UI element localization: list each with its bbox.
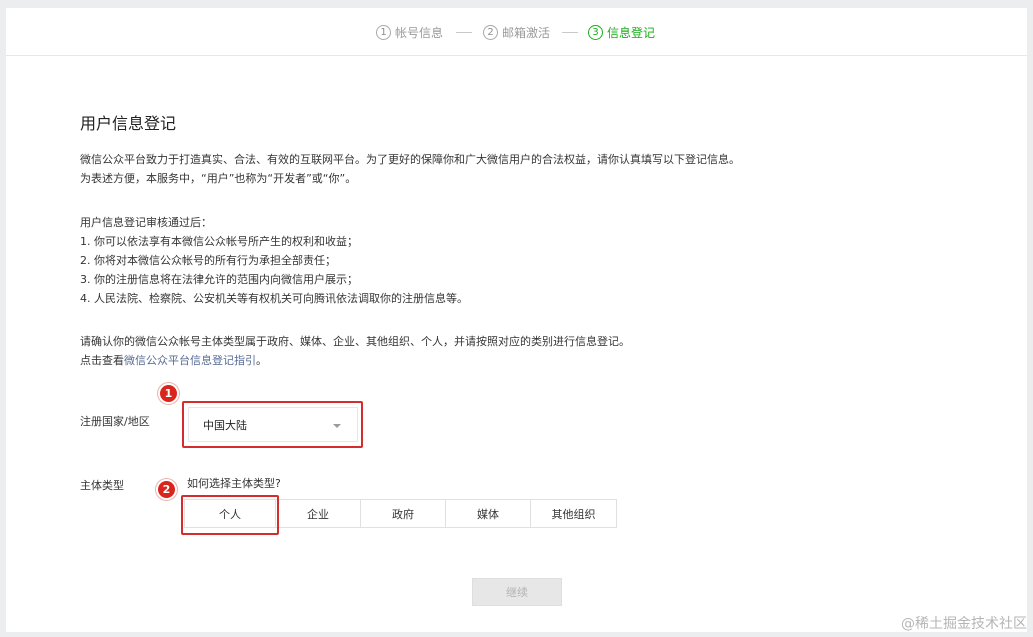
intro-line-2: 为表述方便，本服务中，“用户”也称为“开发者”或“你”。 — [80, 172, 357, 185]
subject-option-government[interactable]: 政府 — [361, 500, 446, 527]
step-number: 1 — [376, 24, 391, 40]
registration-guide-link[interactable]: 微信公众平台信息登记指引 — [124, 354, 256, 367]
step-account-info: 1 帐号信息 — [376, 23, 443, 41]
region-label: 注册国家/地区 — [80, 415, 150, 428]
review-item: 3. 你的注册信息将在法律允许的范围内向微信用户展示； — [80, 273, 358, 286]
chevron-down-icon — [333, 424, 341, 428]
region-select[interactable]: 中国大陆 — [188, 407, 358, 442]
confirm-suffix: 。 — [256, 354, 267, 367]
review-item: 2. 你将对本微信公众帐号的所有行为承担全部责任； — [80, 254, 336, 267]
subject-type-label: 主体类型 — [80, 479, 124, 492]
confirm-text: 请确认你的微信公众帐号主体类型属于政府、媒体、企业、其他组织、个人，并请按照对应… — [80, 332, 630, 370]
step-info-registration: 3 信息登记 — [588, 23, 655, 41]
intro-text: 微信公众平台致力于打造真实、合法、有效的互联网平台。为了更好的保障你和广大微信用… — [80, 150, 740, 188]
confirm-line-2: 点击查看微信公众平台信息登记指引。 — [80, 351, 630, 370]
step-label: 信息登记 — [607, 25, 656, 40]
region-select-value: 中国大陆 — [203, 418, 247, 432]
progress-steps: 1 帐号信息 2 邮箱激活 3 信息登记 — [6, 8, 1027, 56]
step-label: 邮箱激活 — [502, 25, 551, 40]
step-divider — [456, 32, 472, 33]
review-item: 4. 人民法院、检察院、公安机关等有权机关可向腾讯依法调取你的注册信息等。 — [80, 292, 468, 305]
step-number: 2 — [483, 24, 498, 40]
step-number: 3 — [588, 24, 603, 40]
watermark: @稀土掘金技术社区 — [901, 616, 1027, 632]
step-email-activation: 2 邮箱激活 — [483, 23, 550, 41]
subject-option-enterprise[interactable]: 企业 — [276, 500, 361, 527]
review-list: 用户信息登记审核通过后： 1. 你可以依法享有本微信公众帐号所产生的权利和收益；… — [80, 213, 468, 308]
subject-option-other-org[interactable]: 其他组织 — [531, 500, 616, 527]
review-item: 1. 你可以依法享有本微信公众帐号所产生的权利和收益； — [80, 235, 358, 248]
registration-panel: 1 帐号信息 2 邮箱激活 3 信息登记 用户信息登记 微信公众平台致力于打造真… — [6, 8, 1027, 632]
confirm-prefix: 点击查看 — [80, 354, 124, 367]
subject-type-help-link[interactable]: 如何选择主体类型? — [187, 475, 281, 491]
subject-option-media[interactable]: 媒体 — [446, 500, 531, 527]
continue-button[interactable]: 继续 — [472, 578, 562, 606]
annotation-box-personal — [181, 495, 279, 535]
review-heading: 用户信息登记审核通过后： — [80, 216, 212, 229]
confirm-line-1: 请确认你的微信公众帐号主体类型属于政府、媒体、企业、其他组织、个人，并请按照对应… — [80, 335, 630, 348]
step-label: 帐号信息 — [395, 25, 444, 40]
page-title: 用户信息登记 — [80, 114, 177, 133]
intro-line-1: 微信公众平台致力于打造真实、合法、有效的互联网平台。为了更好的保障你和广大微信用… — [80, 153, 740, 166]
step-divider — [562, 32, 578, 33]
annotation-badge-1: 1 — [160, 385, 177, 402]
annotation-badge-2: 2 — [158, 481, 175, 498]
